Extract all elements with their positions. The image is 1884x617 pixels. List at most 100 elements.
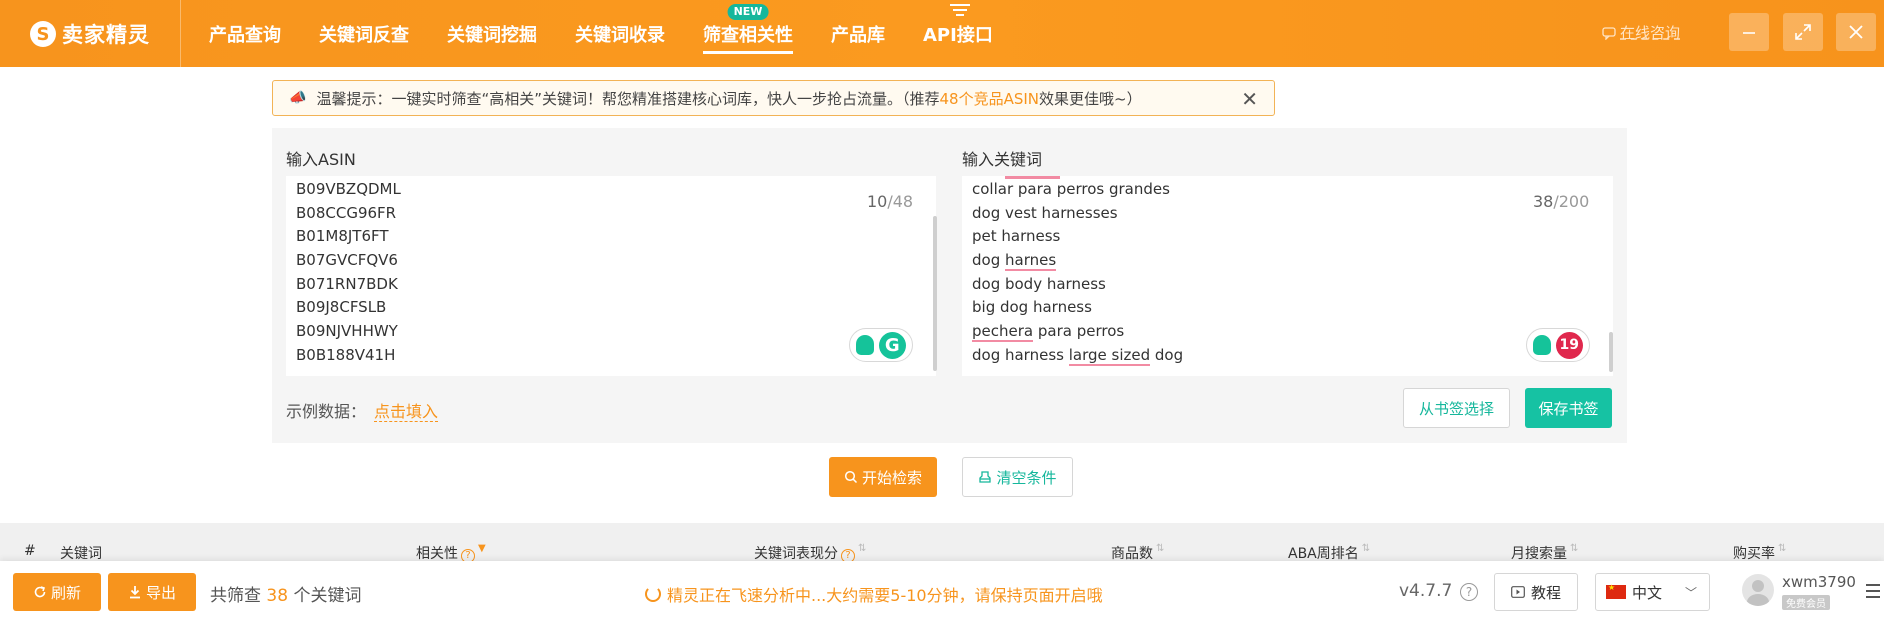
app-logo[interactable]: S 卖家精灵 [30, 20, 150, 48]
export-button[interactable]: 导出 [108, 573, 196, 611]
new-badge: NEW [727, 4, 769, 20]
logo-text: 卖家精灵 [62, 23, 150, 47]
lightbulb-icon [856, 335, 875, 355]
loading-spinner-icon [645, 586, 661, 602]
minimize-icon [1743, 32, 1755, 34]
main-nav: 产品查询 关键词反查 关键词挖掘 关键词收录 NEW 筛查相关性 产品库 API… [190, 0, 1012, 67]
refresh-label: 刷新 [50, 583, 81, 602]
sort-icon[interactable]: ⇅ [1570, 543, 1578, 554]
asin-textarea[interactable]: B09VBZQDML B08CCG96FR B01M8JT6FT B07GVCF… [286, 176, 936, 376]
china-flag-icon [1606, 583, 1626, 599]
close-icon [1849, 25, 1863, 39]
sort-desc-icon[interactable]: ▼ [478, 543, 486, 554]
asin-line: B071RN7BDK [296, 274, 398, 293]
keyword-word: para perros [1033, 322, 1125, 341]
hamburger-menu-icon[interactable] [950, 4, 970, 16]
clear-conditions-label: 清空条件 [996, 468, 1057, 487]
asin-line: B01M8JT6FT [296, 227, 389, 246]
keyword-line: dog vest harnesses [972, 203, 1118, 222]
sort-icon[interactable]: ⇅ [1778, 543, 1786, 554]
analyzing-text: 精灵正在飞速分析中...大约需要5-10分钟，请保持页面开启哦 [667, 586, 1103, 605]
download-icon [129, 586, 140, 599]
keyword-max: /200 [1553, 192, 1590, 211]
sort-icon[interactable]: ⇅ [858, 543, 866, 554]
maximize-icon [1795, 24, 1811, 40]
avatar[interactable] [1742, 574, 1774, 606]
sort-icon[interactable]: ⇅ [1156, 543, 1164, 554]
lightbulb-icon [1533, 335, 1552, 355]
col-products-label: 商品数 [1111, 546, 1153, 562]
grammarly-widget[interactable]: 19 [1526, 328, 1590, 362]
asin-line: B09J8CFSLB [296, 298, 387, 317]
keyword-input-title: 输入关键词 [962, 150, 1043, 169]
start-search-button[interactable]: 开始检索 [829, 457, 937, 497]
online-consult-link[interactable]: 在线咨询 [1602, 22, 1680, 43]
col-relevance-label: 相关性 [416, 546, 458, 562]
nav-product-search[interactable]: 产品查询 [190, 0, 300, 67]
top-header: S 卖家精灵 产品查询 关键词反查 关键词挖掘 关键词收录 NEW 筛查相关性 … [0, 0, 1884, 67]
example-label: 示例数据： [286, 402, 367, 421]
tip-highlight: 48个竞品ASIN [939, 89, 1039, 108]
sort-icon[interactable]: ⇅ [1362, 543, 1370, 554]
keyword-word: dog [1150, 345, 1184, 364]
results-table-header: # 关键词 相关性 ?▼ 关键词表现分 ?⇅ 商品数 ⇅ ABA周排名 ⇅ 月搜索量 ⇅ … [0, 523, 1884, 563]
grammarly-g-icon: G [878, 331, 906, 359]
megaphone-icon: 📣 [289, 90, 307, 106]
analyzing-status: 精灵正在飞速分析中...大约需要5-10分钟，请保持页面开启哦 [645, 582, 1103, 606]
asin-scrollbar[interactable] [933, 216, 937, 371]
misspelled-word: pechera [972, 322, 1034, 343]
keyword-line: pechera para perros [972, 320, 1603, 344]
nav-keyword-index[interactable]: 关键词收录 [556, 0, 684, 67]
tip-prefix: 温馨提示：一键实时筛查“高相关”关键词！帮您精准搭建核心词库，快人一步抢占流量。… [316, 89, 940, 108]
refresh-button[interactable]: 刷新 [13, 573, 101, 611]
asin-line: B09VBZQDML [296, 180, 401, 198]
export-label: 导出 [145, 583, 176, 602]
keyword-textarea[interactable]: collar para perros grandes dog vest harn… [962, 176, 1613, 376]
col-relevance[interactable]: 相关性 ?▼ [416, 543, 486, 563]
start-search-label: 开始检索 [861, 468, 922, 487]
tip-close-icon[interactable]: ✕ [1241, 87, 1258, 111]
asin-input-title: 输入ASIN [286, 150, 356, 169]
nav-keyword-reverse[interactable]: 关键词反查 [300, 0, 428, 67]
language-select[interactable]: 中文 ﹀ [1595, 573, 1710, 611]
chevron-down-icon: ﹀ [1684, 586, 1697, 600]
grammarly-issues-badge: 19 [1555, 331, 1583, 359]
keyword-line: collar para perros grandes [972, 180, 1170, 198]
count-number: 38 [266, 586, 289, 606]
select-from-bookmark-button[interactable]: 从书签选择 [1403, 388, 1510, 428]
nav-label: 筛查相关性 [703, 21, 793, 54]
fill-example-link[interactable]: 点击填入 [374, 402, 439, 422]
minimize-button[interactable] [1729, 13, 1769, 51]
col-monthly-search[interactable]: 月搜索量 ⇅ [1511, 543, 1578, 563]
help-circle-icon[interactable]: ? [1460, 583, 1478, 601]
misspelled-word: harnes [1005, 251, 1057, 272]
close-window-button[interactable] [1836, 13, 1876, 51]
nav-product-library[interactable]: 产品库 [812, 0, 904, 67]
keyword-scrollbar[interactable] [1609, 332, 1613, 372]
keyword-line: pet harness [972, 227, 1061, 246]
member-badge: 免费会员 [1782, 595, 1830, 610]
nav-label: API接口 [923, 24, 993, 46]
col-score[interactable]: 关键词表现分 ?⇅ [754, 543, 866, 563]
col-products[interactable]: 商品数 ⇅ [1111, 543, 1164, 563]
maximize-button[interactable] [1783, 13, 1823, 51]
col-aba-rank[interactable]: ABA周排名 ⇅ [1288, 543, 1370, 563]
consult-label: 在线咨询 [1620, 24, 1681, 42]
chat-icon [1602, 26, 1616, 40]
tutorial-label: 教程 [1530, 583, 1561, 602]
col-purchase-rate[interactable]: 购买率 ⇅ [1733, 543, 1786, 563]
col-keyword: 关键词 [60, 546, 102, 562]
clear-conditions-button[interactable]: 清空条件 [962, 457, 1073, 497]
tutorial-button[interactable]: 教程 [1494, 573, 1578, 611]
asin-line: B0B188V41H [296, 345, 396, 364]
menu-icon[interactable] [1866, 584, 1880, 602]
username[interactable]: xwm3790 [1782, 573, 1856, 591]
nav-relevance-check[interactable]: NEW 筛查相关性 [684, 0, 812, 67]
save-bookmark-button[interactable]: 保存书签 [1525, 388, 1612, 428]
language-label: 中文 [1632, 583, 1663, 602]
nav-keyword-mining[interactable]: 关键词挖掘 [428, 0, 556, 67]
eraser-icon [979, 471, 992, 483]
version-label: v4.7.7 [1399, 581, 1453, 601]
grammarly-widget[interactable]: G [849, 328, 913, 362]
keyword-line: dog body harness [972, 274, 1106, 293]
